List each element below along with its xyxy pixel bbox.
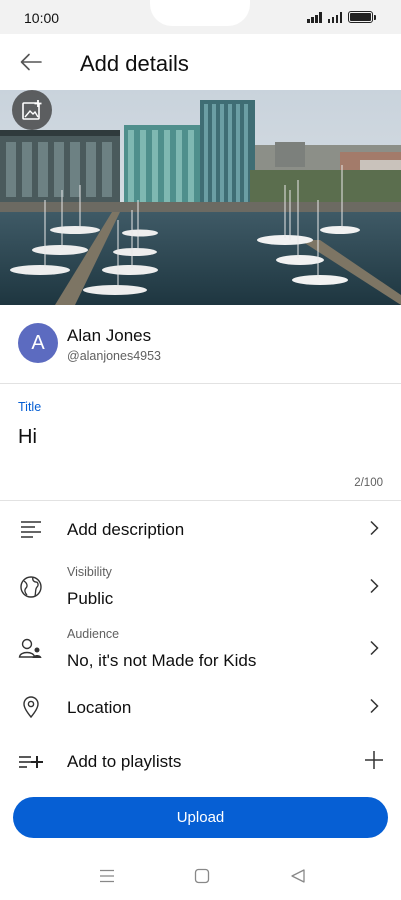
video-thumbnail[interactable] (0, 90, 401, 305)
page-title: Add details (80, 51, 189, 76)
camera-notch (150, 0, 250, 26)
back-button[interactable] (16, 48, 46, 76)
app-header: Add details (0, 34, 401, 90)
home-nav-button[interactable] (191, 865, 213, 887)
chevron-right-icon (367, 576, 381, 596)
globe-icon (18, 574, 44, 600)
system-nav-bar (0, 855, 401, 900)
audience-icon (18, 636, 44, 662)
audience-row[interactable]: Audience No, it's not Made for Kids (0, 622, 401, 678)
back-nav-button[interactable] (287, 865, 309, 887)
add-description-row[interactable]: Add description (0, 508, 401, 552)
location-row[interactable]: Location (0, 686, 401, 730)
account-section: A Alan Jones @alanjones4953 (0, 305, 401, 384)
add-to-playlists-row[interactable]: Add to playlists (0, 740, 401, 784)
signal-icon (327, 12, 342, 23)
add-to-playlists-label: Add to playlists (67, 752, 182, 771)
upload-button[interactable]: Upload (13, 797, 388, 838)
back-arrow-icon (20, 53, 42, 71)
battery-icon (348, 11, 376, 23)
edit-thumbnail-button[interactable] (12, 90, 52, 130)
visibility-value: Public (67, 589, 114, 608)
visibility-row[interactable]: Visibility Public (0, 560, 401, 616)
char-counter: 2/100 (354, 477, 383, 489)
audience-sublabel: Audience (67, 627, 120, 641)
audience-value: No, it's not Made for Kids (67, 651, 257, 670)
visibility-sublabel: Visibility (67, 565, 112, 579)
menu-icon (100, 869, 114, 883)
location-label: Location (67, 698, 132, 717)
add-description-label: Add description (67, 520, 185, 539)
back-triangle-icon (291, 869, 305, 883)
avatar: A (18, 323, 58, 363)
title-input[interactable]: Hi (18, 426, 37, 449)
status-icons (307, 11, 376, 23)
add-image-icon (22, 100, 42, 120)
status-bar: 10:00 (0, 0, 401, 34)
chevron-right-icon (367, 696, 381, 716)
chevron-right-icon (367, 638, 381, 658)
account-name: Alan Jones (67, 326, 152, 345)
playlist-add-icon (18, 748, 44, 774)
description-icon (18, 516, 44, 542)
location-pin-icon (18, 694, 44, 720)
title-field[interactable]: Title Hi 2/100 (0, 384, 401, 501)
menu-nav-button[interactable] (96, 865, 118, 887)
title-label: Title (18, 400, 42, 414)
status-time: 10:00 (24, 10, 60, 26)
signal-icon (307, 12, 322, 23)
chevron-right-icon (367, 518, 381, 538)
home-square-icon (194, 868, 210, 884)
plus-icon[interactable] (363, 750, 385, 770)
account-handle: @alanjones4953 (67, 349, 162, 363)
